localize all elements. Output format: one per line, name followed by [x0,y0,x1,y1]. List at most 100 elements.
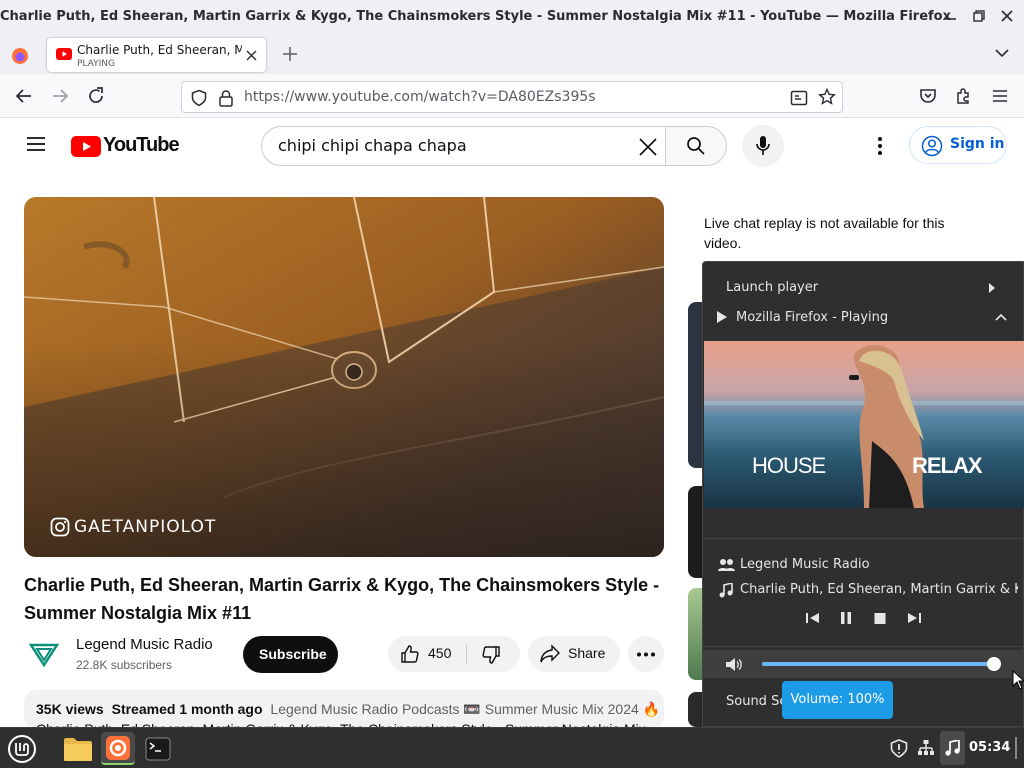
channel-name[interactable]: Legend Music Radio [76,636,221,653]
show-desktop-button[interactable] [1015,737,1017,759]
sign-in-button[interactable]: Sign in [909,126,1007,164]
popup-separator [703,538,1023,539]
youtube-logo[interactable]: YouTube [71,134,180,158]
like-button[interactable]: 450 [388,636,466,672]
launch-player-label: Launch player [726,280,819,295]
sound-settings-label: Sound Se [726,694,788,709]
channel-avatar[interactable] [28,641,60,669]
speaker-volume-icon [726,658,742,671]
video-watermark: GAETANPIOLOT [74,517,217,537]
close-tab-icon[interactable] [246,50,257,61]
volume-slider-fill [762,662,994,666]
window-titlebar: Charlie Puth, Ed Sheeran, Martin Garrix … [0,0,1024,34]
artist-name: Legend Music Radio [740,557,870,572]
like-count: 450 [428,645,452,661]
sound-tray-button[interactable] [940,731,965,765]
album-art: HOUSE RELAX [704,341,1024,508]
maximize-icon[interactable] [970,7,988,25]
bookmark-star-icon[interactable] [818,88,836,106]
sound-applet-popup: Launch player Mozilla Firefox - Playing [702,261,1024,727]
taskbar: 05:34 [0,727,1024,768]
next-track-icon[interactable] [906,611,922,625]
pause-icon[interactable] [839,611,853,625]
firefox-taskbar-button[interactable] [101,732,135,765]
microphone-icon [756,136,770,155]
youtube-masthead: YouTube chipi chipi chapa chapa Sign in [0,118,1024,174]
subscriber-count: 22.8K subscribers [76,658,173,672]
album-art-text-left: HOUSE [752,453,826,478]
album-art-text-right: RELAX [912,453,983,478]
search-button[interactable] [665,126,727,166]
tracking-protection-icon[interactable] [190,89,208,107]
subscribe-button[interactable]: Subscribe [243,636,338,673]
search-query: chipi chipi chapa chapa [278,136,467,155]
tab-status: PLAYING [77,59,115,69]
search-input[interactable]: chipi chipi chapa chapa [261,126,666,166]
terminal-icon [145,737,171,761]
update-manager-icon[interactable] [890,739,908,758]
more-actions-button[interactable] [628,636,664,672]
track-title: Charlie Puth, Ed Sheeran, Martin Garrix … [740,582,1018,597]
dislike-button[interactable] [470,636,516,672]
firefox-icon [106,736,130,760]
guide-menu-icon[interactable] [26,136,46,152]
back-icon[interactable] [14,86,34,106]
launch-player-item[interactable]: Launch player [703,276,1023,302]
like-dislike-group: 450 [388,636,520,672]
like-divider [466,644,467,664]
volume-row [703,650,1024,678]
navigation-toolbar: https://www.youtube.com/watch?v=DA80EZs3… [0,74,1024,118]
folder-icon [64,738,92,761]
thumbs-up-icon [401,645,419,663]
volume-slider[interactable] [762,657,1001,671]
volume-slider-handle[interactable] [987,657,1001,671]
file-manager-launcher[interactable] [60,732,94,765]
close-window-icon[interactable] [998,7,1016,25]
lock-icon[interactable] [218,89,234,107]
sign-in-label: Sign in [950,136,1005,152]
mint-logo-icon [8,735,36,763]
share-label: Share [568,645,606,661]
stop-icon[interactable] [873,611,887,625]
extensions-icon[interactable] [954,86,974,106]
menu-button[interactable] [4,732,38,765]
share-button[interactable]: Share [528,636,620,672]
reload-icon[interactable] [86,86,106,106]
thumbs-down-icon [482,646,500,664]
collapse-arrow-icon [995,313,1007,321]
previous-track-icon[interactable] [805,611,821,625]
youtube-favicon-icon [56,48,72,60]
settings-more-icon[interactable] [876,136,884,156]
tab-youtube[interactable]: Charlie Puth, Ed Sheeran, Martin Garrix … [47,38,266,72]
app-menu-icon[interactable] [990,86,1010,106]
clock[interactable]: 05:34 [969,740,1010,755]
reader-view-icon[interactable] [790,89,808,107]
new-tab-icon[interactable] [281,45,299,63]
minimize-icon[interactable] [942,7,960,25]
artist-icon [718,559,735,571]
stream-date: Streamed 1 month ago [111,701,263,717]
track-row: Charlie Puth, Ed Sheeran, Martin Garrix … [718,581,1018,601]
pocket-icon[interactable] [918,86,938,106]
more-horizontal-icon [637,652,655,657]
player-header[interactable]: Mozilla Firefox - Playing [703,305,1023,331]
instagram-icon [50,517,70,537]
description-tags: Legend Music Radio Podcasts 📼 Summer Mus… [270,701,664,717]
mouse-cursor-icon [1012,670,1024,690]
sound-applet-icon [945,740,960,756]
clear-search-icon[interactable] [638,137,658,157]
terminal-launcher[interactable] [141,732,175,765]
url-text: https://www.youtube.com/watch?v=DA80EZs3… [244,89,596,105]
share-icon [540,644,560,663]
description-box[interactable]: 35K views Streamed 1 month ago Legend Mu… [24,690,664,730]
volume-tooltip-text: Volume: 100% [790,692,885,707]
forward-icon[interactable] [50,86,70,106]
voice-search-button[interactable] [742,125,784,167]
url-bar[interactable]: https://www.youtube.com/watch?v=DA80EZs3… [181,81,843,113]
network-icon[interactable] [917,739,935,757]
firefox-view-icon[interactable] [10,46,30,66]
video-player[interactable]: GAETANPIOLOT [24,197,664,557]
list-all-tabs-icon[interactable] [994,47,1010,59]
volume-tooltip: Volume: 100% [782,681,893,719]
video-frame [24,197,664,557]
